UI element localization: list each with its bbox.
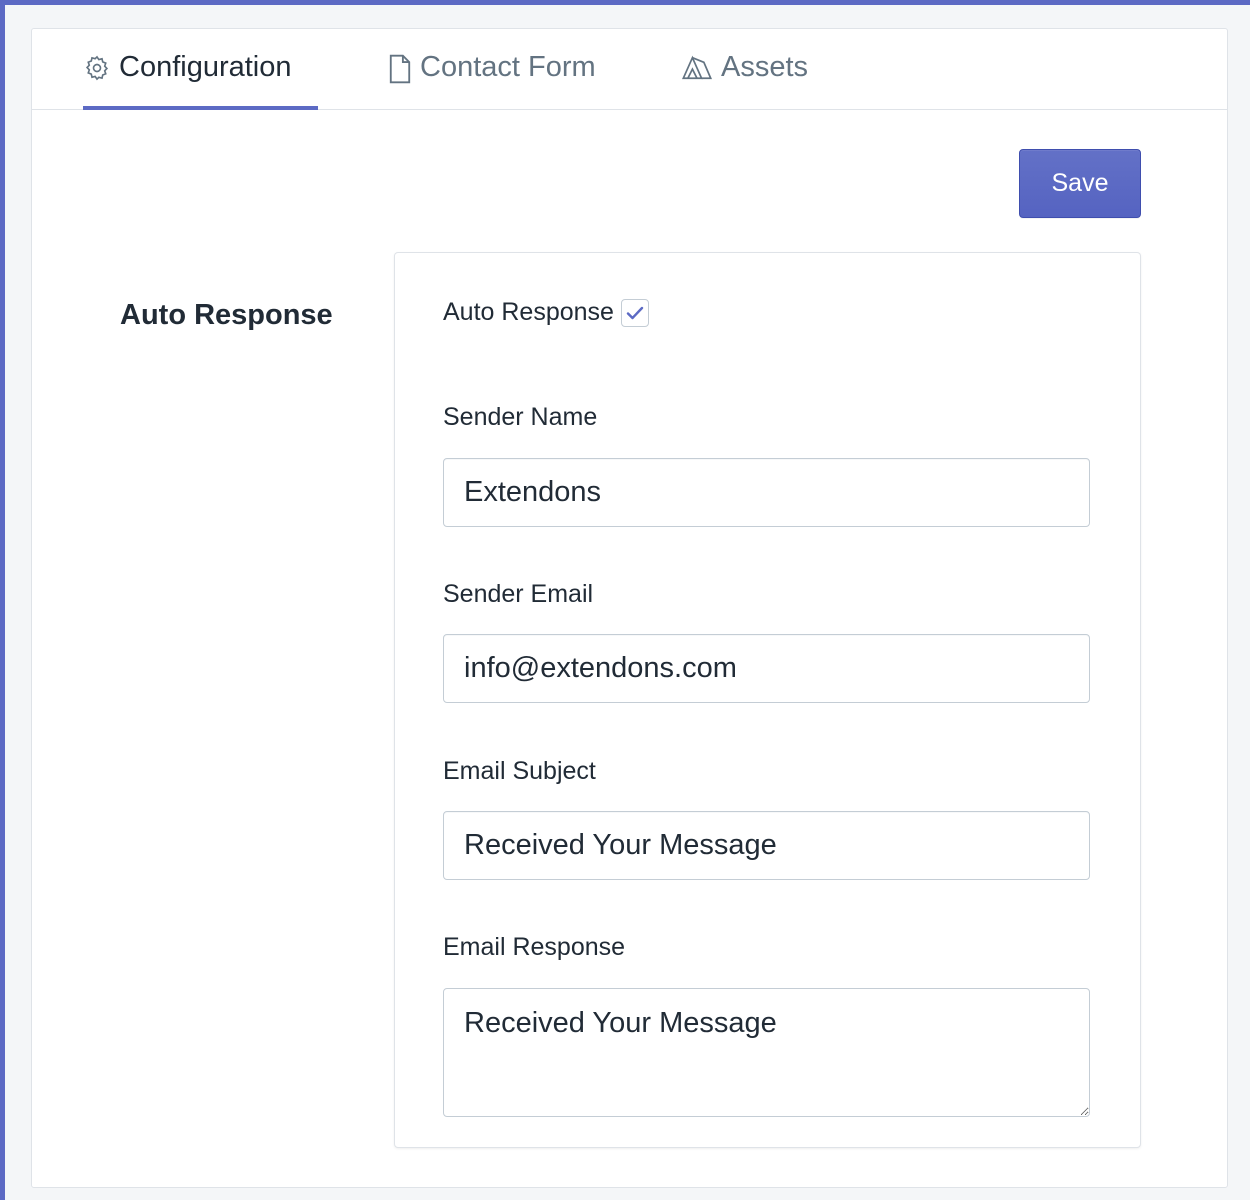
email-subject-input[interactable] <box>443 811 1090 880</box>
sender-name-label: Sender Name <box>443 403 598 431</box>
email-response-label: Email Response <box>443 933 626 961</box>
section-title: Auto Response <box>120 299 333 331</box>
save-button[interactable]: Save <box>1019 149 1141 218</box>
auto-response-label: Auto Response <box>443 298 614 326</box>
sender-email-label: Sender Email <box>443 580 594 608</box>
email-response-textarea[interactable]: Received Your Message <box>443 988 1090 1117</box>
tab-configuration-label: Configuration <box>119 51 292 83</box>
checkmark-icon <box>626 306 644 319</box>
document-icon <box>388 54 412 92</box>
auto-response-row: Auto Response <box>443 298 649 327</box>
sender-email-input[interactable] <box>443 634 1090 703</box>
email-subject-label: Email Subject <box>443 757 596 785</box>
tab-contact-form-label: Contact Form <box>420 51 596 83</box>
auto-response-panel: Auto Response Sender Name Sender Email E… <box>394 252 1141 1148</box>
auto-response-checkbox[interactable] <box>620 298 649 327</box>
assets-icon <box>681 54 713 90</box>
settings-card: Configuration Contact Form Assets Save A… <box>31 28 1228 1188</box>
tab-contact-form[interactable]: Contact Form <box>388 51 596 109</box>
tab-assets-label: Assets <box>721 51 809 83</box>
tab-assets[interactable]: Assets <box>681 51 808 109</box>
tab-configuration[interactable]: Configuration <box>83 51 318 110</box>
gear-icon <box>83 54 111 90</box>
sender-name-input[interactable] <box>443 458 1090 527</box>
tab-bar: Configuration Contact Form Assets <box>32 29 1227 110</box>
